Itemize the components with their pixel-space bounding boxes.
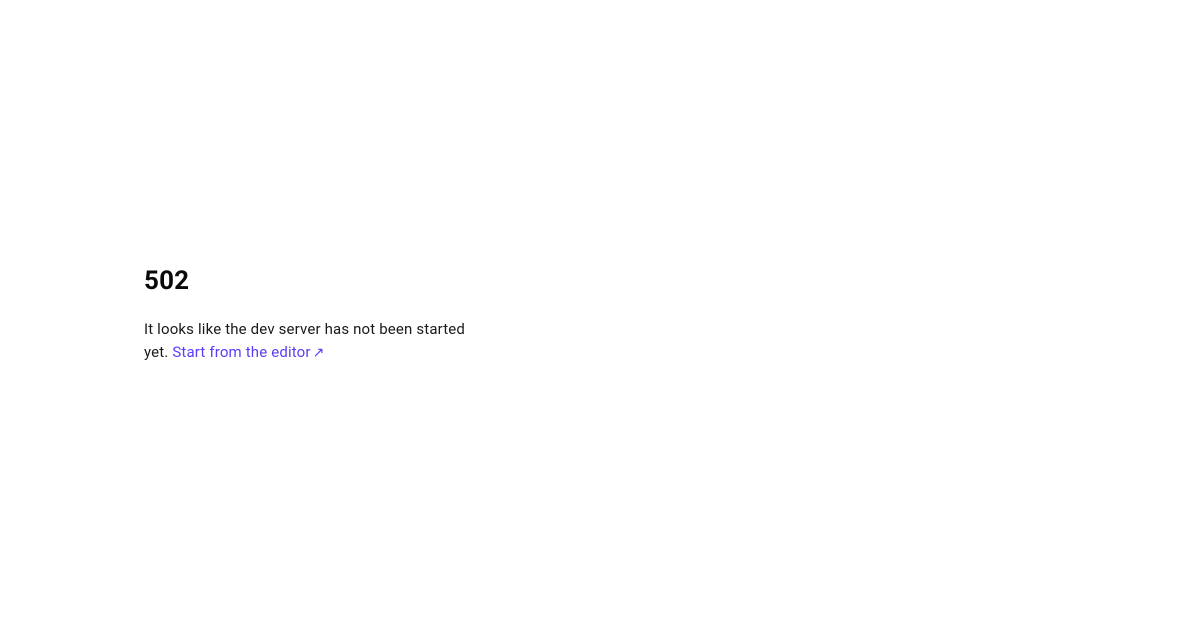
external-link-icon: ↗ bbox=[313, 343, 325, 365]
start-from-editor-link[interactable]: Start from the editor↗ bbox=[172, 343, 324, 361]
link-text: Start from the editor bbox=[172, 343, 310, 361]
error-container: 502 It looks like the dev server has not… bbox=[144, 266, 484, 365]
error-code: 502 bbox=[144, 266, 484, 296]
error-message: It looks like the dev server has not bee… bbox=[144, 318, 484, 365]
